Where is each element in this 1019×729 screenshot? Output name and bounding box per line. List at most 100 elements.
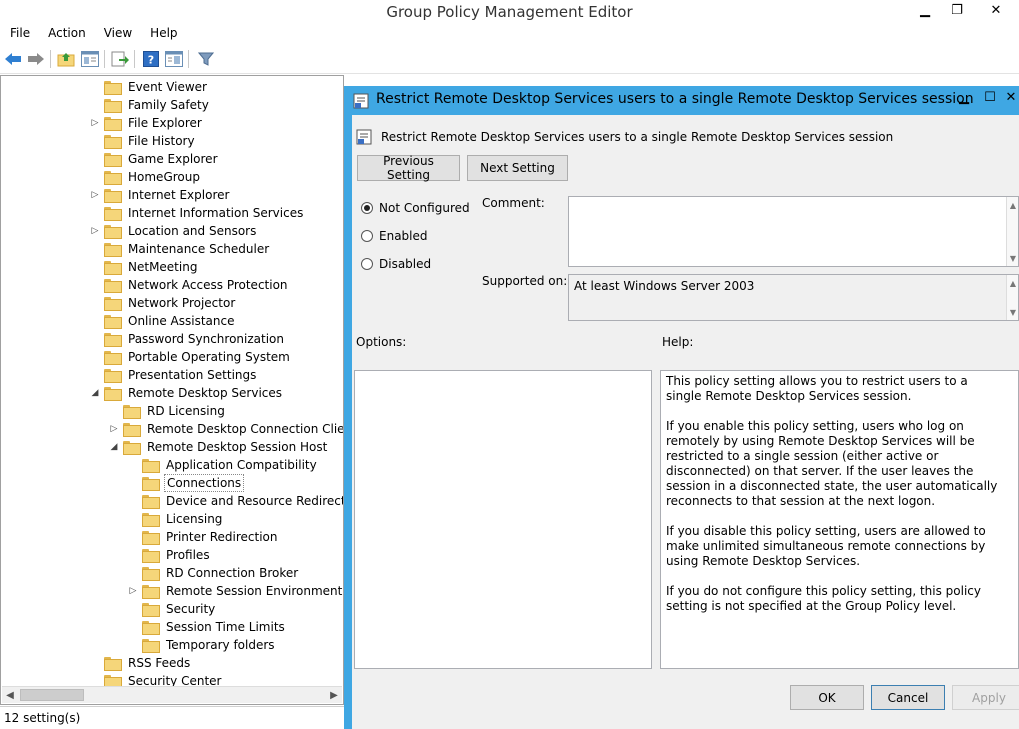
tree-item[interactable]: Application Compatibility bbox=[128, 456, 319, 474]
menu-help[interactable]: Help bbox=[140, 24, 185, 44]
scroll-down-icon[interactable]: ▼ bbox=[1007, 252, 1019, 264]
tree-item[interactable]: ▷ Remote Session Environment bbox=[128, 582, 343, 600]
expand-arrow-icon[interactable]: ▷ bbox=[90, 222, 100, 240]
expand-arrow-icon[interactable]: ▷ bbox=[90, 186, 100, 204]
apply-button[interactable]: Apply bbox=[952, 685, 1019, 710]
tree-item[interactable]: ◢ Remote Desktop Services bbox=[90, 384, 284, 402]
scroll-thumb[interactable] bbox=[20, 689, 84, 701]
minimize-icon[interactable]: ▁ bbox=[909, 0, 941, 20]
tree-item[interactable]: Password Synchronization bbox=[90, 330, 286, 348]
tree-item[interactable]: Network Projector bbox=[90, 294, 237, 312]
menu-view[interactable]: View bbox=[94, 24, 140, 44]
dialog-maximize-icon[interactable]: ☐ bbox=[977, 86, 1003, 108]
dialog-subtitle: Restrict Remote Desktop Services users t… bbox=[356, 129, 893, 145]
radio-not-configured[interactable]: Not Configured bbox=[361, 201, 470, 215]
toolbar-separator bbox=[134, 50, 135, 68]
next-setting-button[interactable]: Next Setting bbox=[467, 155, 568, 181]
tree-item[interactable]: Device and Resource Redirection bbox=[128, 492, 344, 510]
comment-field[interactable]: ▲ ▼ bbox=[568, 196, 1019, 267]
tree-item[interactable]: ▷ File Explorer bbox=[90, 114, 204, 132]
expand-arrow-icon[interactable]: ▷ bbox=[128, 582, 138, 600]
tree-item[interactable]: RD Licensing bbox=[109, 402, 227, 420]
tree-item[interactable]: ▷ Remote Desktop Connection Client bbox=[109, 420, 343, 438]
up-folder-icon[interactable] bbox=[56, 49, 76, 69]
tree-item[interactable]: Family Safety bbox=[90, 96, 211, 114]
tree-item-label: Presentation Settings bbox=[128, 368, 257, 382]
cancel-button[interactable]: Cancel bbox=[871, 685, 945, 710]
comment-scrollbar[interactable]: ▲ ▼ bbox=[1006, 197, 1018, 266]
show-hide-tree-icon[interactable] bbox=[80, 49, 100, 69]
tree-item-label: Device and Resource Redirection bbox=[166, 494, 344, 508]
tree-item[interactable]: HomeGroup bbox=[90, 168, 202, 186]
tree-item[interactable]: Profiles bbox=[128, 546, 212, 564]
tree-item[interactable]: Network Access Protection bbox=[90, 276, 290, 294]
tree-item[interactable]: File History bbox=[90, 132, 197, 150]
filter-icon[interactable] bbox=[196, 49, 216, 69]
scroll-down-icon[interactable]: ▼ bbox=[1007, 306, 1019, 318]
dialog-minimize-icon[interactable]: ▁ bbox=[951, 86, 977, 108]
tree-item[interactable]: ▷ Internet Explorer bbox=[90, 186, 231, 204]
tree-item-label: Internet Explorer bbox=[128, 188, 230, 202]
tree-item[interactable]: Game Explorer bbox=[90, 150, 220, 168]
tree-item[interactable]: ◢ Remote Desktop Session Host bbox=[109, 438, 329, 456]
tree-item[interactable]: Connections bbox=[128, 474, 245, 492]
tree-item[interactable]: Licensing bbox=[128, 510, 224, 528]
radio-enabled[interactable]: Enabled bbox=[361, 229, 428, 243]
tree-item-label: NetMeeting bbox=[128, 260, 198, 274]
tree-item[interactable]: Security bbox=[128, 600, 217, 618]
tree-item[interactable]: Session Time Limits bbox=[128, 618, 287, 636]
forward-arrow-icon[interactable] bbox=[26, 49, 46, 69]
radio-button[interactable] bbox=[361, 230, 373, 242]
radio-button-selected[interactable] bbox=[361, 202, 373, 214]
tree-item[interactable]: Temporary folders bbox=[128, 636, 277, 654]
scroll-up-icon[interactable]: ▲ bbox=[1007, 277, 1019, 289]
supported-scrollbar[interactable]: ▲ ▼ bbox=[1006, 275, 1018, 320]
options-label: Options: bbox=[356, 335, 407, 349]
tree-item[interactable]: Internet Information Services bbox=[90, 204, 305, 222]
menu-file[interactable]: File bbox=[0, 24, 38, 44]
export-list-icon[interactable] bbox=[110, 49, 130, 69]
tree-item[interactable]: Maintenance Scheduler bbox=[90, 240, 271, 258]
expand-arrow-icon[interactable]: ▷ bbox=[109, 420, 119, 438]
window-titlebar: Group Policy Management Editor ▁ ❐ ✕ bbox=[0, 0, 1019, 24]
tree-item[interactable]: Portable Operating System bbox=[90, 348, 292, 366]
tree-item[interactable]: Online Assistance bbox=[90, 312, 236, 330]
properties-view-icon[interactable] bbox=[164, 49, 184, 69]
dialog-close-icon[interactable]: ✕ bbox=[1003, 86, 1019, 108]
ok-button[interactable]: OK bbox=[790, 685, 864, 710]
radio-button[interactable] bbox=[361, 258, 373, 270]
tree-item[interactable]: NetMeeting bbox=[90, 258, 199, 276]
radio-disabled[interactable]: Disabled bbox=[361, 257, 431, 271]
expand-arrow-icon[interactable]: ▷ bbox=[90, 114, 100, 132]
scroll-left-icon[interactable]: ◀ bbox=[2, 687, 18, 703]
scroll-up-icon[interactable]: ▲ bbox=[1007, 199, 1019, 211]
tree-item[interactable]: Event Viewer bbox=[90, 78, 209, 96]
help-paragraph: If you disable this policy setting, user… bbox=[666, 524, 986, 568]
svg-text:?: ? bbox=[148, 54, 154, 67]
collapse-arrow-icon[interactable]: ◢ bbox=[109, 438, 119, 456]
collapse-arrow-icon[interactable]: ◢ bbox=[90, 384, 100, 402]
help-icon[interactable]: ? bbox=[141, 49, 161, 69]
tree-item[interactable]: RD Connection Broker bbox=[128, 564, 300, 582]
help-panel[interactable]: This policy setting allows you to restri… bbox=[660, 370, 1019, 669]
toolbar: ? bbox=[0, 44, 1019, 74]
folder-icon bbox=[104, 297, 122, 311]
tree-item[interactable]: ▷ Location and Sensors bbox=[90, 222, 258, 240]
previous-setting-button[interactable]: Previous Setting bbox=[357, 154, 460, 182]
close-icon[interactable]: ✕ bbox=[973, 0, 1019, 20]
tree-item[interactable]: RSS Feeds bbox=[90, 654, 192, 672]
menu-action[interactable]: Action bbox=[38, 24, 94, 44]
back-arrow-icon[interactable] bbox=[3, 49, 23, 69]
folder-icon bbox=[104, 225, 122, 239]
tree-item[interactable]: Printer Redirection bbox=[128, 528, 280, 546]
tree-item[interactable]: Presentation Settings bbox=[90, 366, 258, 384]
folder-icon bbox=[142, 585, 160, 599]
restore-icon[interactable]: ❐ bbox=[941, 0, 973, 20]
scroll-right-icon[interactable]: ▶ bbox=[326, 687, 342, 703]
policy-tree[interactable]: Event Viewer Family Safety ▷ File Explorer F… bbox=[0, 75, 344, 705]
tree-horizontal-scrollbar[interactable]: ◀ ▶ bbox=[2, 686, 342, 703]
